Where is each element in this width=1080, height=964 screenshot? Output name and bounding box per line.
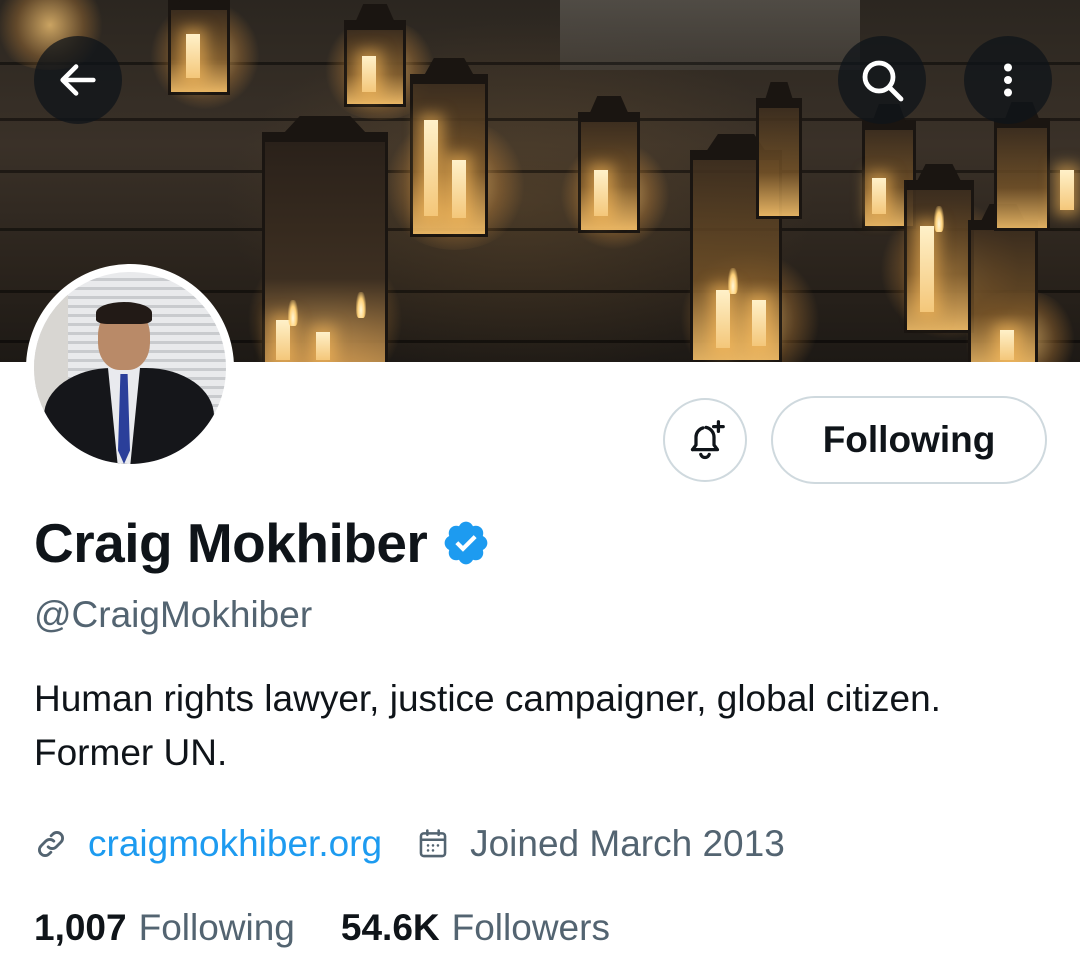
followers-count: 54.6K xyxy=(340,907,440,948)
follow-stats: 1,007 Following 54.6K Followers xyxy=(34,900,610,956)
display-name: Craig Mokhiber xyxy=(34,512,428,574)
more-options-button[interactable] xyxy=(964,36,1052,124)
join-date: Joined March 2013 xyxy=(470,823,785,864)
profile-meta: craigmokhiber.org Joined March 2013 xyxy=(34,816,785,872)
avatar-photo xyxy=(34,272,226,464)
back-button[interactable] xyxy=(34,36,122,124)
calendar-icon xyxy=(419,829,447,858)
followers-stat-label: Followers xyxy=(451,907,610,948)
banner-wall xyxy=(560,0,860,70)
lantern xyxy=(994,118,1050,231)
lantern xyxy=(410,74,488,237)
search-icon xyxy=(862,60,904,102)
lantern xyxy=(578,112,640,233)
arrow-left-icon xyxy=(60,64,96,96)
website-link[interactable]: craigmokhiber.org xyxy=(88,823,382,865)
following-button[interactable]: Following xyxy=(771,396,1047,484)
profile-bio: Human rights lawyer, justice campaigner,… xyxy=(34,678,941,773)
following-stat-label: Following xyxy=(138,907,295,948)
avatar[interactable] xyxy=(26,264,234,472)
more-vertical-icon xyxy=(1004,63,1012,97)
following-count: 1,007 xyxy=(34,907,127,948)
notifications-button[interactable] xyxy=(663,398,747,482)
followers-stat[interactable]: 54.6K Followers xyxy=(341,907,610,949)
username-handle: @CraigMokhiber xyxy=(34,594,313,635)
lantern xyxy=(904,180,974,333)
bell-plus-icon xyxy=(690,420,725,460)
link-icon xyxy=(38,831,64,857)
name-row: Craig Mokhiber xyxy=(34,506,491,580)
search-button[interactable] xyxy=(838,36,926,124)
lantern xyxy=(756,98,802,219)
following-stat[interactable]: 1,007 Following xyxy=(34,907,295,949)
verified-badge-icon[interactable] xyxy=(441,518,491,568)
